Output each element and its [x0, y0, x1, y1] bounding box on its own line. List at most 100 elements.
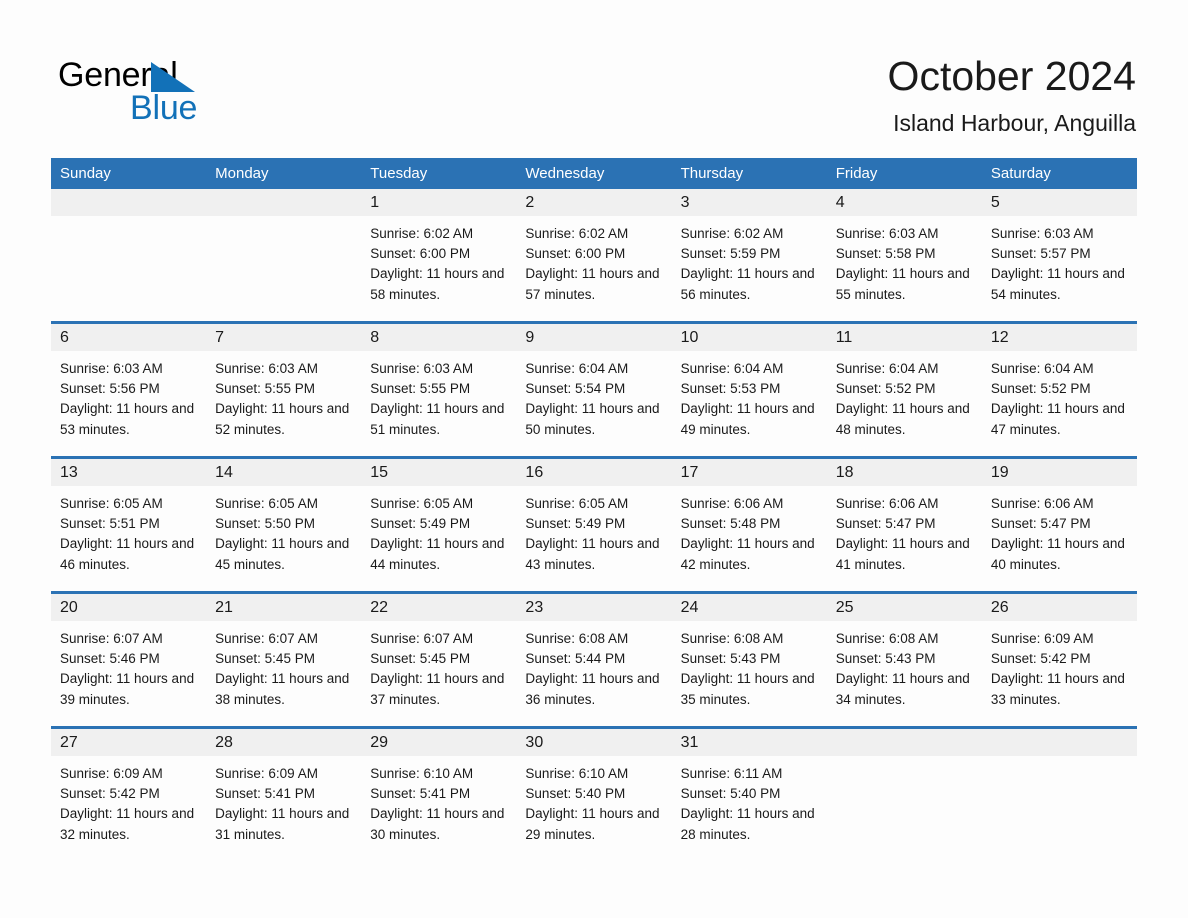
daylight-text: Daylight: 11 hours and 40 minutes. — [990, 536, 1125, 572]
sunrise-text: Sunrise: 6:03 AM — [990, 226, 1094, 241]
day-cell[interactable]: 21 Sunrise: 6:07 AM Sunset: 5:45 PM Dayligh… — [206, 594, 362, 726]
day-number: 30 — [516, 729, 672, 756]
day-cell[interactable]: 31 Sunrise: 6:11 AM Sunset: 5:40 PM Dayligh… — [671, 729, 827, 861]
daylight-text: Daylight: 11 hours and 45 minutes. — [215, 536, 350, 572]
day-details: Sunrise: 6:03 AM Sunset: 5:55 PM Daylight:… — [206, 351, 361, 440]
sunrise-text: Sunrise: 6:10 AM — [370, 766, 474, 781]
page-subtitle-location: Island Harbour, Anguilla — [893, 110, 1136, 136]
sunset-text: Sunset: 5:59 PM — [680, 246, 781, 262]
day-details: Sunrise: 6:03 AM Sunset: 5:55 PM Daylight:… — [361, 351, 516, 440]
day-cell[interactable]: 27 Sunrise: 6:09 AM Sunset: 5:42 PM Dayligh… — [51, 729, 207, 861]
day-cell[interactable]: 26 Sunrise: 6:09 AM Sunset: 5:42 PM Dayligh… — [981, 594, 1137, 726]
sunset-text: Sunset: 5:47 PM — [990, 516, 1091, 532]
day-cell[interactable]: 13 Sunrise: 6:05 AM Sunset: 5:51 PM Dayligh… — [51, 459, 207, 591]
sunrise-text: Sunrise: 6:07 AM — [215, 631, 318, 646]
sunset-text: Sunset: 5:51 PM — [60, 516, 160, 532]
day-cell-empty — [206, 189, 362, 321]
day-cell[interactable]: 3 Sunrise: 6:02 AM Sunset: 5:59 PM Daylight… — [671, 189, 827, 321]
calendar-week-row: 1 Sunrise: 6:02 AM Sunset: 6:00 PM Daylight… — [51, 189, 1137, 321]
sunrise-text: Sunrise: 6:02 AM — [525, 226, 629, 241]
day-details: Sunrise: 6:10 AM Sunset: 5:40 PM Daylight:… — [516, 756, 671, 845]
day-cell[interactable]: 24 Sunrise: 6:08 AM Sunset: 5:43 PM Dayligh… — [671, 594, 827, 726]
weekday-header-row: Sunday Monday Tuesday Wednesday Thursday Frid… — [51, 158, 1137, 189]
day-cell[interactable]: 2 Sunrise: 6:02 AM Sunset: 6:00 PM Daylight… — [516, 189, 672, 321]
day-cell[interactable]: 6 Sunrise: 6:03 AM Sunset: 5:56 PM Daylight… — [51, 324, 207, 456]
sunrise-text: Sunrise: 6:05 AM — [370, 496, 474, 511]
day-cell[interactable]: 25 Sunrise: 6:08 AM Sunset: 5:43 PM Dayligh… — [826, 594, 982, 726]
day-cell[interactable]: 14 Sunrise: 6:05 AM Sunset: 5:50 PM Dayligh… — [206, 459, 362, 591]
day-number: 28 — [206, 729, 362, 756]
day-details: Sunrise: 6:09 AM Sunset: 5:41 PM Daylight:… — [206, 756, 361, 845]
sunrise-text: Sunrise: 6:05 AM — [215, 496, 318, 511]
day-cell[interactable]: 4 Sunrise: 6:03 AM Sunset: 5:58 PM Daylight… — [826, 189, 982, 321]
sunrise-text: Sunrise: 6:03 AM — [215, 361, 318, 376]
page-title: October 2024 — [887, 53, 1136, 99]
day-cell[interactable]: 30 Sunrise: 6:10 AM Sunset: 5:40 PM Dayligh… — [516, 729, 672, 861]
general-blue-logo[interactable]: General Blue — [58, 56, 318, 130]
day-number: 23 — [516, 594, 672, 621]
day-number: 26 — [981, 594, 1137, 621]
day-details: Sunrise: 6:02 AM Sunset: 6:00 PM Daylight:… — [361, 216, 516, 305]
day-number: 7 — [206, 324, 362, 351]
day-cell[interactable]: 16 Sunrise: 6:05 AM Sunset: 5:49 PM Dayligh… — [516, 459, 672, 591]
day-cell[interactable]: 19 Sunrise: 6:06 AM Sunset: 5:47 PM Dayligh… — [981, 459, 1137, 591]
day-cell[interactable]: 17 Sunrise: 6:06 AM Sunset: 5:48 PM Dayligh… — [671, 459, 827, 591]
day-cell[interactable]: 7 Sunrise: 6:03 AM Sunset: 5:55 PM Daylight… — [206, 324, 362, 456]
sunset-text: Sunset: 5:48 PM — [680, 516, 781, 532]
day-cell[interactable]: 1 Sunrise: 6:02 AM Sunset: 6:00 PM Daylight… — [361, 189, 517, 321]
day-cell[interactable]: 12 Sunrise: 6:04 AM Sunset: 5:52 PM Dayligh… — [981, 324, 1137, 456]
sunrise-text: Sunrise: 6:04 AM — [990, 361, 1094, 376]
daylight-text: Daylight: 11 hours and 35 minutes. — [680, 671, 815, 707]
day-cell[interactable]: 28 Sunrise: 6:09 AM Sunset: 5:41 PM Dayligh… — [206, 729, 362, 861]
weekday-header-sunday: Sunday — [60, 165, 111, 182]
day-details: Sunrise: 6:05 AM Sunset: 5:49 PM Daylight:… — [516, 486, 671, 575]
day-cell[interactable]: 9 Sunrise: 6:04 AM Sunset: 5:54 PM Daylight… — [516, 324, 672, 456]
day-number: 16 — [516, 459, 672, 486]
sunrise-text: Sunrise: 6:04 AM — [680, 361, 784, 376]
sunrise-text: Sunrise: 6:09 AM — [990, 631, 1094, 646]
weekday-header-wednesday: Wednesday — [525, 165, 605, 182]
sunset-text: Sunset: 5:42 PM — [990, 651, 1091, 667]
day-cell[interactable]: 29 Sunrise: 6:10 AM Sunset: 5:41 PM Dayligh… — [361, 729, 517, 861]
weekday-header-tuesday: Tuesday — [370, 165, 428, 182]
day-details: Sunrise: 6:08 AM Sunset: 5:44 PM Daylight:… — [516, 621, 671, 710]
sunset-text: Sunset: 5:58 PM — [835, 246, 936, 262]
sunrise-text: Sunrise: 6:09 AM — [60, 766, 163, 781]
sunrise-text: Sunrise: 6:08 AM — [835, 631, 939, 646]
sunrise-text: Sunrise: 6:06 AM — [835, 496, 939, 511]
daylight-text: Daylight: 11 hours and 44 minutes. — [370, 536, 505, 572]
day-number: 3 — [671, 189, 827, 216]
calendar-week-row: 6 Sunrise: 6:03 AM Sunset: 5:56 PM Daylight… — [51, 321, 1137, 456]
day-cell[interactable]: 18 Sunrise: 6:06 AM Sunset: 5:47 PM Dayligh… — [826, 459, 982, 591]
day-details: Sunrise: 6:07 AM Sunset: 5:45 PM Daylight:… — [206, 621, 361, 710]
day-cell[interactable]: 20 Sunrise: 6:07 AM Sunset: 5:46 PM Dayligh… — [51, 594, 207, 726]
day-cell[interactable]: 5 Sunrise: 6:03 AM Sunset: 5:57 PM Daylight… — [981, 189, 1137, 321]
day-details: Sunrise: 6:08 AM Sunset: 5:43 PM Daylight:… — [827, 621, 982, 710]
day-number — [51, 189, 207, 216]
day-cell[interactable]: 23 Sunrise: 6:08 AM Sunset: 5:44 PM Dayligh… — [516, 594, 672, 726]
daylight-text: Daylight: 11 hours and 49 minutes. — [680, 401, 815, 437]
daylight-text: Daylight: 11 hours and 56 minutes. — [680, 266, 815, 302]
sunrise-text: Sunrise: 6:02 AM — [370, 226, 474, 241]
sunrise-text: Sunrise: 6:06 AM — [990, 496, 1094, 511]
day-cell[interactable]: 10 Sunrise: 6:04 AM Sunset: 5:53 PM Dayligh… — [671, 324, 827, 456]
day-cell[interactable]: 11 Sunrise: 6:04 AM Sunset: 5:52 PM Dayligh… — [826, 324, 982, 456]
sunrise-text: Sunrise: 6:03 AM — [835, 226, 939, 241]
day-number: 13 — [51, 459, 207, 486]
day-number: 25 — [826, 594, 982, 621]
calendar-week-row: 20 Sunrise: 6:07 AM Sunset: 5:46 PM Dayligh… — [51, 591, 1137, 726]
daylight-text: Daylight: 11 hours and 58 minutes. — [370, 266, 505, 302]
day-number: 18 — [826, 459, 982, 486]
day-number: 8 — [361, 324, 517, 351]
sunrise-text: Sunrise: 6:05 AM — [60, 496, 163, 511]
sunset-text: Sunset: 5:57 PM — [990, 246, 1091, 262]
day-number: 15 — [361, 459, 517, 486]
daylight-text: Daylight: 11 hours and 55 minutes. — [835, 266, 970, 302]
day-cell[interactable]: 22 Sunrise: 6:07 AM Sunset: 5:45 PM Dayligh… — [361, 594, 517, 726]
daylight-text: Daylight: 11 hours and 48 minutes. — [835, 401, 970, 437]
day-number: 24 — [671, 594, 827, 621]
day-cell[interactable]: 8 Sunrise: 6:03 AM Sunset: 5:55 PM Daylight… — [361, 324, 517, 456]
sunset-text: Sunset: 5:46 PM — [60, 651, 160, 667]
day-details: Sunrise: 6:04 AM Sunset: 5:53 PM Daylight:… — [672, 351, 827, 440]
day-cell[interactable]: 15 Sunrise: 6:05 AM Sunset: 5:49 PM Dayligh… — [361, 459, 517, 591]
